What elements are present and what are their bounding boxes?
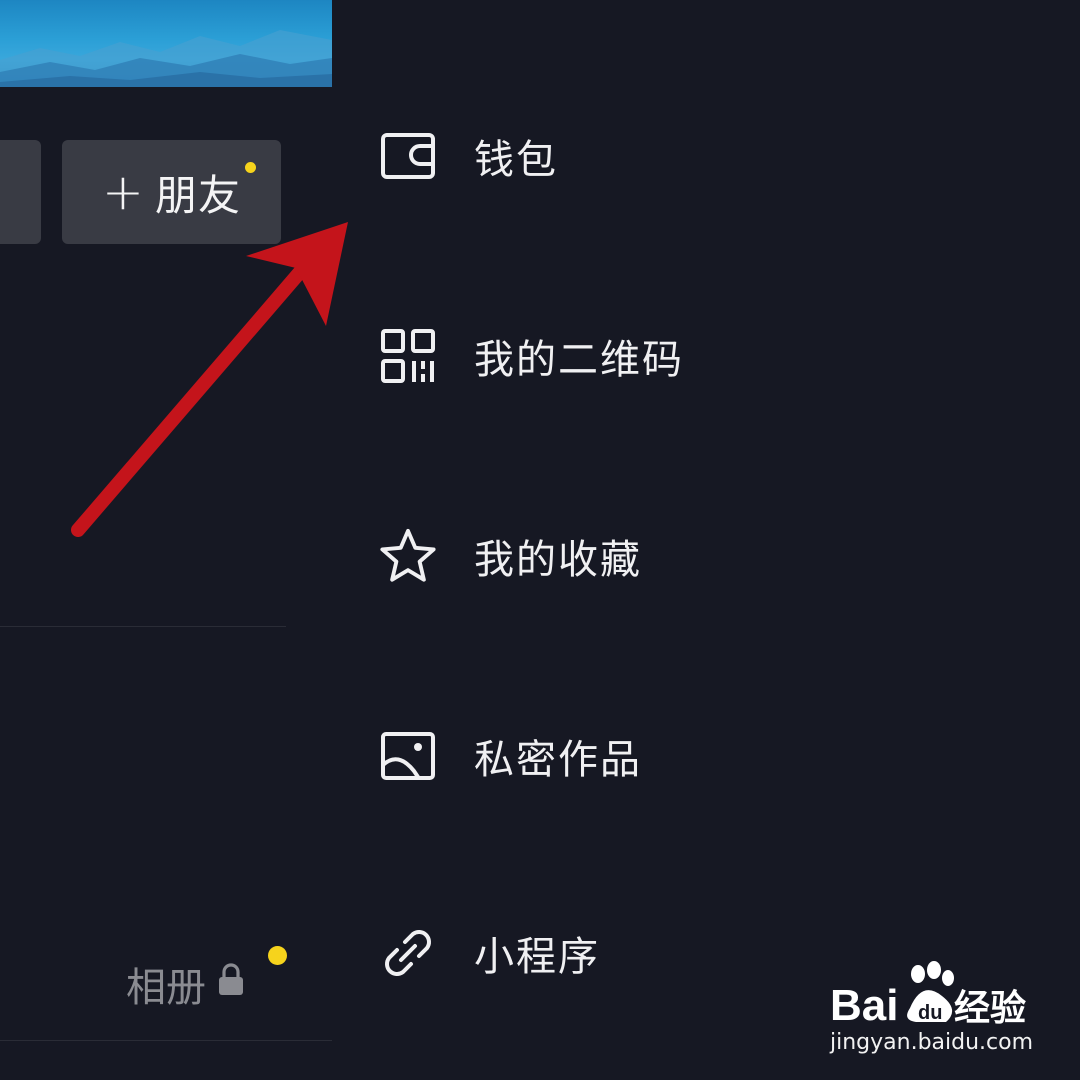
divider <box>0 626 286 627</box>
add-friend-button[interactable]: + 朋友 <box>62 140 281 244</box>
lock-icon <box>218 961 244 1007</box>
wallet-icon <box>378 126 438 186</box>
star-icon <box>378 526 438 586</box>
screen: + 朋友 相册 钱包 我的二维码 我的收藏 私密作品 小程序 Bai du 经验… <box>0 0 1080 1080</box>
svg-text:经验: 经验 <box>954 988 1026 1029</box>
edit-profile-button[interactable] <box>0 140 41 244</box>
side-drawer-menu: 钱包 我的二维码 我的收藏 私密作品 小程序 <box>332 0 1080 1080</box>
notification-dot <box>245 162 256 173</box>
menu-item-wallet[interactable]: 钱包 <box>378 121 978 191</box>
menu-item-qr-code[interactable]: 我的二维码 <box>378 321 978 391</box>
menu-item-label: 我的收藏 <box>474 537 642 583</box>
svg-text:du: du <box>918 1002 942 1024</box>
menu-item-label: 钱包 <box>474 137 558 183</box>
image-icon <box>378 726 438 786</box>
baidu-paw-logo: Bai du 经验 <box>830 961 1026 1030</box>
mountain-illustration <box>0 30 332 87</box>
menu-item-favorites[interactable]: 我的收藏 <box>378 521 978 591</box>
plus-icon: + <box>102 163 145 221</box>
menu-item-label: 私密作品 <box>474 737 642 783</box>
profile-page: + 朋友 相册 <box>0 0 332 1080</box>
album-label: 相册 <box>126 965 206 1011</box>
menu-item-label: 我的二维码 <box>474 337 684 383</box>
profile-cover-image[interactable] <box>0 0 332 87</box>
link-icon <box>378 923 438 983</box>
qr-code-icon <box>378 326 438 386</box>
menu-item-private-works[interactable]: 私密作品 <box>378 721 978 791</box>
album-tab[interactable]: 相册 <box>126 956 244 1012</box>
add-friend-label: 朋友 <box>154 170 241 220</box>
menu-item-label: 小程序 <box>474 934 600 980</box>
watermark-url: jingyan.baidu.com <box>830 1030 1034 1055</box>
svg-text:Bai: Bai <box>830 981 898 1030</box>
divider <box>0 1040 332 1041</box>
album-notification-dot <box>268 946 287 965</box>
